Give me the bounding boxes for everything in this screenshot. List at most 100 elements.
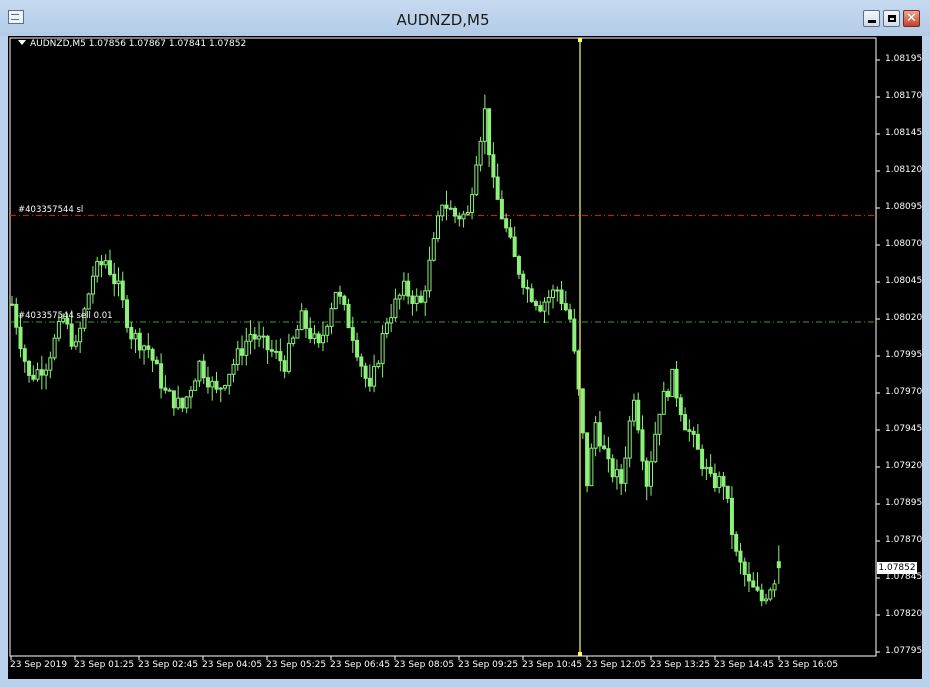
- candle-body: [333, 291, 338, 310]
- candle-body: [389, 317, 394, 324]
- candle-body: [610, 458, 615, 478]
- candle-body: [384, 322, 389, 335]
- candle-body: [653, 433, 658, 463]
- candle-body: [350, 327, 355, 341]
- candle-body: [235, 348, 240, 365]
- candle-body: [725, 485, 730, 499]
- candle-body: [218, 387, 223, 390]
- candle-body: [461, 213, 466, 220]
- candle-body: [568, 309, 573, 320]
- dropdown-triangle-icon[interactable]: [18, 40, 26, 45]
- candle-body: [180, 397, 185, 409]
- candle-body: [142, 345, 147, 351]
- candle-body: [401, 280, 406, 296]
- candle-body: [661, 390, 666, 415]
- maximize-button[interactable]: [883, 10, 900, 27]
- candle-body: [512, 236, 517, 258]
- vertical-line-top-handle[interactable]: [578, 38, 582, 42]
- sl-line-label: #403357544 sl: [18, 205, 84, 215]
- candle-body: [457, 215, 462, 220]
- candle-body: [103, 260, 108, 266]
- candle-body: [355, 339, 360, 358]
- minimize-button[interactable]: [863, 10, 880, 27]
- candle-body: [171, 390, 176, 409]
- candle-body: [35, 369, 40, 380]
- candle-body: [359, 356, 364, 367]
- candle-body: [691, 430, 696, 435]
- candle-body: [559, 289, 564, 305]
- candle-body: [555, 289, 560, 292]
- candle-body: [495, 176, 500, 200]
- chart-area[interactable]: AUDNZD,M5 1.07856 1.07867 1.07841 1.0785…: [8, 36, 922, 679]
- candle-body: [414, 295, 419, 304]
- candle-body: [504, 218, 509, 229]
- time-tick-label: 23 Sep 12:05: [586, 660, 647, 670]
- candle-body: [363, 365, 368, 379]
- candle-body: [112, 273, 117, 285]
- candle-body: [764, 598, 769, 602]
- candle-body: [712, 472, 717, 489]
- candle-body: [508, 227, 513, 238]
- candle-body: [116, 280, 121, 285]
- candle-body: [308, 327, 313, 340]
- candle-body: [427, 259, 432, 292]
- order-line-label: #403357544 sell 0.01: [18, 311, 113, 321]
- candle-body: [163, 387, 168, 391]
- price-tick-label: 1.08095: [885, 202, 923, 212]
- candle-body: [269, 349, 274, 352]
- candle-body: [572, 318, 577, 352]
- candle-body: [86, 293, 91, 310]
- candle-body: [240, 348, 245, 356]
- maximize-icon: [887, 15, 896, 22]
- candle-body: [644, 460, 649, 487]
- candle-body: [129, 326, 134, 340]
- vertical-line-bottom-handle[interactable]: [578, 652, 582, 656]
- window-title: AUDNZD,M5: [396, 11, 490, 29]
- candle-body: [474, 164, 479, 196]
- time-tick-label: 23 Sep 02:45: [138, 660, 199, 670]
- candle-body: [717, 476, 722, 489]
- price-chart[interactable]: [8, 36, 922, 679]
- candle-body: [31, 374, 36, 380]
- candle-body: [619, 469, 624, 484]
- candle-body: [465, 212, 470, 215]
- title-bar[interactable]: AUDNZD,M5 ✕: [0, 0, 930, 36]
- candle-body: [734, 533, 739, 552]
- candle-body: [593, 422, 598, 449]
- candle-body: [393, 298, 398, 319]
- price-tick-label: 1.07995: [885, 350, 923, 360]
- candle-body: [48, 357, 53, 371]
- time-tick-label: 23 Sep 06:45: [330, 660, 391, 670]
- candle-body: [423, 290, 428, 303]
- candle-body: [418, 295, 423, 303]
- time-tick-label: 23 Sep 09:25: [458, 660, 519, 670]
- candle-body: [78, 327, 83, 343]
- close-button[interactable]: ✕: [903, 10, 920, 27]
- candle-body: [431, 238, 436, 261]
- candle-body: [214, 380, 219, 390]
- candle-body: [210, 380, 215, 388]
- candle-body: [338, 291, 343, 297]
- candle-body: [295, 329, 300, 339]
- candle-body: [444, 204, 449, 209]
- candle-body: [491, 154, 496, 178]
- price-tick-label: 1.08045: [885, 276, 923, 286]
- candle-body: [453, 207, 458, 217]
- candle-body: [261, 335, 266, 338]
- candle-body: [346, 303, 351, 329]
- price-tick-label: 1.07895: [885, 498, 923, 508]
- candle-body: [299, 310, 304, 331]
- candle-body: [397, 294, 402, 300]
- candle-body: [487, 108, 492, 156]
- time-tick-label: 23 Sep 16:05: [778, 660, 839, 670]
- candle-body: [316, 333, 321, 344]
- candle-body: [99, 261, 104, 266]
- candle-body: [521, 273, 526, 288]
- price-tick-label: 1.07945: [885, 424, 923, 434]
- candle-body: [499, 198, 504, 220]
- price-tick-label: 1.07795: [885, 646, 923, 656]
- candle-body: [516, 256, 521, 275]
- candle-body: [649, 461, 653, 487]
- candle-body: [252, 334, 257, 340]
- time-tick-label: 23 Sep 10:45: [522, 660, 583, 670]
